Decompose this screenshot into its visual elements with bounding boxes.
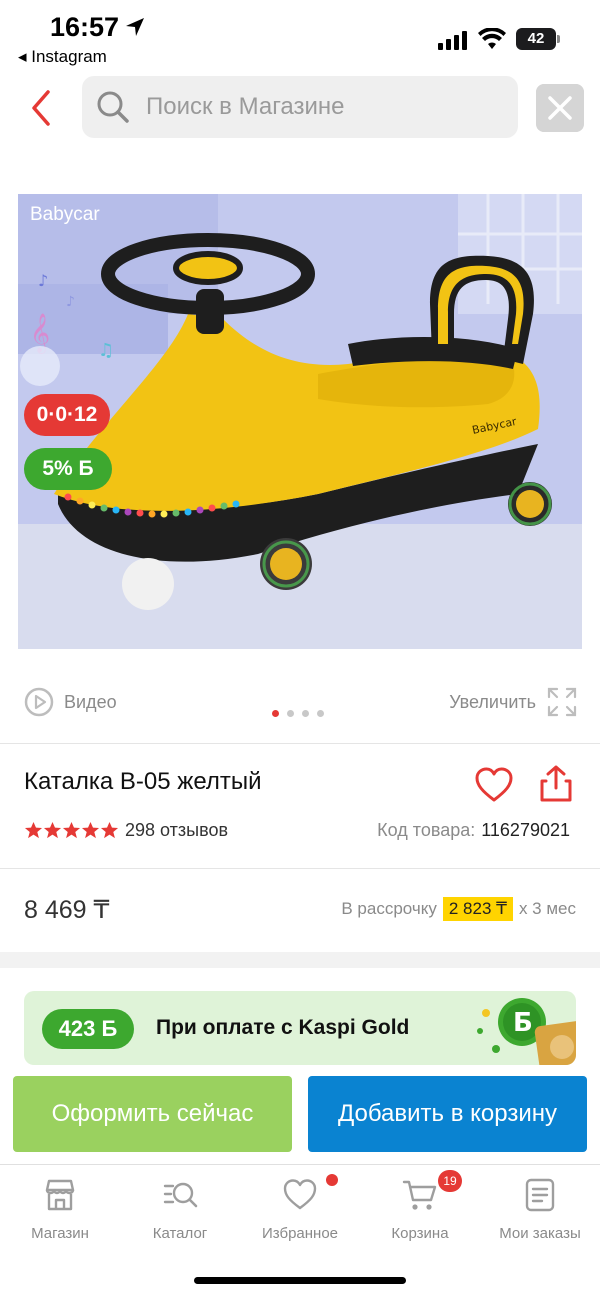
tab-label: Избранное <box>261 1225 339 1242</box>
star-icon <box>62 821 81 839</box>
cart-icon <box>402 1180 437 1210</box>
pagination-dot[interactable] <box>287 710 294 717</box>
cellular-signal-icon <box>438 31 467 50</box>
image-pagination <box>272 710 324 717</box>
svg-text:Б: Б <box>513 1008 533 1038</box>
star-icon <box>43 821 62 839</box>
order-now-button[interactable]: Оформить сейчас <box>13 1076 292 1152</box>
back-to-app-link[interactable]: ◂ Instagram <box>18 47 107 67</box>
store-icon <box>45 1179 75 1211</box>
star-icon <box>100 821 119 839</box>
divider <box>0 743 600 744</box>
tab-label: Магазин <box>31 1225 89 1242</box>
media-controls: Видео Увеличить <box>0 683 600 723</box>
product-code: Код товара: 116279021 <box>377 820 570 841</box>
play-circle-icon <box>24 687 54 717</box>
tab-favorites[interactable]: Избранное <box>240 1177 360 1247</box>
installment-prefix: В рассрочку <box>341 899 437 918</box>
svg-text:♪: ♪ <box>66 294 75 310</box>
location-arrow-icon <box>126 18 144 36</box>
search-icon <box>97 91 129 123</box>
close-icon[interactable] <box>536 84 584 132</box>
orders-icon <box>525 1178 555 1212</box>
installment-info[interactable]: В рассрочку 2 823 ₸ х 3 мес <box>341 897 576 921</box>
status-time: 16:57 <box>50 12 120 42</box>
product-image[interactable]: ♪ 𝄞 ♫ ♪ Babycar Babycar 0·0·12 5% Б <box>18 194 582 649</box>
product-title: Каталка B-05 желтый <box>24 768 262 795</box>
kaspi-gold-banner[interactable]: 423 Б При оплате с Kaspi Gold Б <box>24 991 576 1065</box>
bonus-badge: 5% Б <box>24 448 112 490</box>
svg-text:♪: ♪ <box>38 271 48 290</box>
status-bar: 16:57 ◂ Instagram 42 <box>0 0 600 72</box>
star-icon <box>81 821 100 839</box>
cart-count-badge: 19 <box>438 1170 462 1192</box>
tab-orders[interactable]: Мои заказы <box>480 1177 600 1247</box>
installment-term: х 3 мес <box>518 899 576 918</box>
pagination-dot[interactable] <box>302 710 309 717</box>
tab-store[interactable]: Магазин <box>0 1177 120 1247</box>
pagination-dot[interactable] <box>317 710 324 717</box>
divider <box>0 868 600 869</box>
gold-bonus-pill: 423 Б <box>42 1009 134 1049</box>
pagination-dot[interactable] <box>272 710 279 717</box>
back-chevron-icon[interactable] <box>24 88 60 128</box>
section-separator <box>0 952 600 968</box>
battery-level: 42 <box>516 28 556 50</box>
share-icon[interactable] <box>538 764 574 804</box>
zoom-label: Увеличить <box>449 691 536 712</box>
add-to-cart-button[interactable]: Добавить в корзину <box>308 1076 587 1152</box>
star-icon <box>24 821 43 839</box>
installment-amount: 2 823 ₸ <box>442 897 513 921</box>
tab-catalog[interactable]: Каталог <box>120 1177 240 1247</box>
battery-icon: 42 <box>516 28 560 50</box>
tab-label: Корзина <box>391 1225 449 1242</box>
heart-icon <box>283 1179 317 1210</box>
reviews-link[interactable]: 298 отзывов <box>125 820 228 841</box>
wifi-icon <box>478 28 506 49</box>
rating[interactable]: 298 отзывов <box>24 820 228 841</box>
catalog-search-icon <box>163 1182 198 1208</box>
svg-text:♫: ♫ <box>98 340 114 361</box>
tab-label: Каталог <box>152 1225 208 1242</box>
video-button[interactable]: Видео <box>24 685 117 719</box>
gold-banner-text: При оплате с Kaspi Gold <box>156 1016 410 1039</box>
search-input[interactable] <box>146 86 506 128</box>
product-price: 8 469 ₸ <box>24 896 110 924</box>
heart-icon[interactable] <box>474 766 514 804</box>
search-bar[interactable] <box>82 76 518 138</box>
kaspi-gold-card-icon: Б <box>477 998 576 1065</box>
zoom-button[interactable]: Увеличить <box>449 685 578 719</box>
rating-stars <box>24 821 119 840</box>
tab-label: Мои заказы <box>499 1225 581 1242</box>
search-header <box>0 74 600 140</box>
home-indicator[interactable] <box>194 1277 406 1284</box>
video-label: Видео <box>64 691 117 712</box>
product-code-label: Код товара: <box>377 820 476 840</box>
favorites-notification-dot <box>326 1174 338 1186</box>
tab-cart[interactable]: Корзина <box>360 1177 480 1247</box>
timer-badge: 0·0·12 <box>24 394 110 436</box>
brand-watermark: Babycar <box>30 204 100 225</box>
expand-icon <box>547 687 577 717</box>
product-code-value: 116279021 <box>481 820 570 840</box>
